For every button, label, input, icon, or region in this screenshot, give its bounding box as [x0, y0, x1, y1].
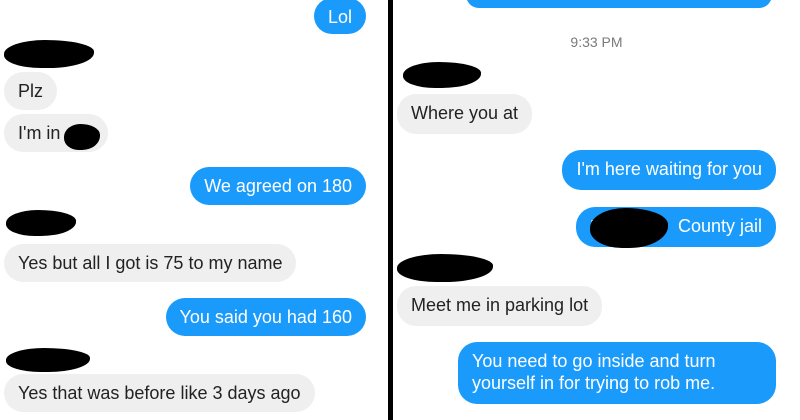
message-text: Where you at — [411, 103, 519, 123]
message-text: Lol — [327, 7, 352, 27]
message-bubble-sent[interactable]: You need to go inside and turn yourself … — [458, 342, 776, 404]
message-bubble-received[interactable]: Meet me in parking lot — [397, 286, 603, 326]
message-bubble-received[interactable]: Where you at — [397, 94, 533, 134]
message-text: Plz — [18, 81, 44, 101]
message-text: We agreed on 180 — [204, 176, 352, 196]
message-text: County jail — [677, 216, 762, 236]
redacted-sender-name — [403, 62, 481, 88]
redacted-sender-name — [4, 40, 94, 68]
message-bubble-received[interactable]: Plz — [4, 72, 58, 110]
message-bubble-received[interactable]: Yes that was before like 3 days ago — [4, 374, 315, 412]
redacted-sender-name — [397, 254, 493, 282]
message-text: Yes that was before like 3 days ago — [18, 383, 301, 403]
message-bubble-sent[interactable]: Lol — [313, 0, 366, 34]
message-text: You said you had 160 — [179, 307, 353, 327]
message-text: I'm in — [18, 123, 61, 143]
right-conversation-panel: 9:33 PM Where you at I'm here waiting fo… — [393, 0, 800, 420]
message-bubble-sent[interactable]: You said you had 160 — [165, 298, 366, 336]
redacted-sender-name — [6, 348, 90, 372]
redacted-sender-name — [6, 210, 76, 236]
message-timestamp: 9:33 PM — [570, 34, 623, 50]
message-text: Yes but all I got is 75 to my name — [18, 253, 283, 273]
message-bubble-received[interactable]: Yes but all I got is 75 to my name — [4, 244, 297, 282]
message-bubble-sent[interactable]: I'm here waiting for you — [562, 150, 776, 190]
message-bubble-sent[interactable]: We agreed on 180 — [190, 167, 366, 205]
message-text: I'm here waiting for you — [576, 159, 762, 179]
message-text: You need to go inside and turn yourself … — [472, 351, 716, 393]
message-bubble-sent-partial[interactable] — [466, 0, 772, 8]
message-text: Meet me in parking lot — [411, 295, 589, 315]
left-conversation-panel: Lol Plz I'm in We agreed on 180 Yes but … — [0, 0, 388, 420]
